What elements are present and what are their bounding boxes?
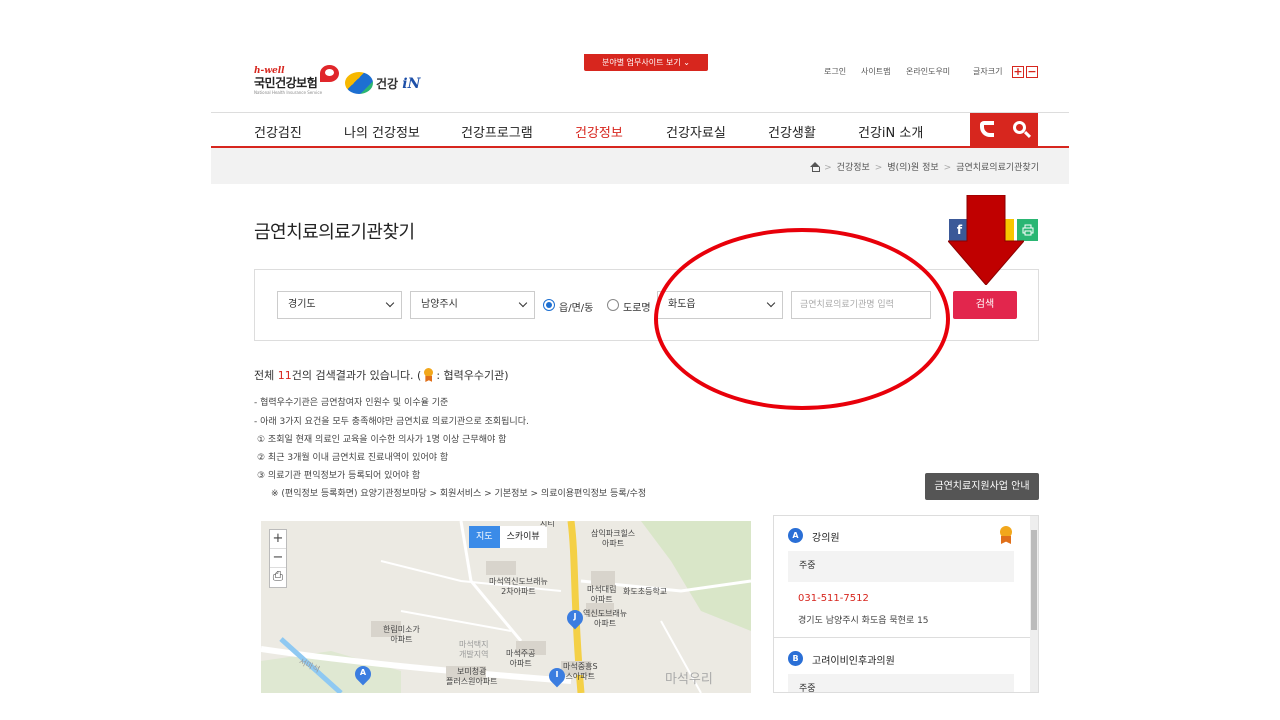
hospital-name[interactable]: 강의원: [812, 529, 840, 544]
map-type-toggle: 지도 스카이뷰: [469, 526, 547, 548]
map-pin-j[interactable]: J: [563, 606, 587, 632]
zoom-in-button[interactable]: +: [270, 530, 286, 549]
fontsize-plus-button[interactable]: +: [1012, 66, 1024, 78]
result-count: 11: [277, 369, 292, 382]
heart-icon: [320, 65, 339, 82]
search-button[interactable]: [1004, 113, 1038, 147]
logo-in-text: 건강 iN: [376, 76, 421, 92]
note-line: - 협력우수기관은 금연참여자 인원수 및 이수율 기준: [254, 398, 449, 408]
main-nav: 건강검진 나의 건강정보 건강프로그램 건강정보 건강자료실 건강생활 건강iN…: [211, 112, 1069, 148]
city-value: 남양주시: [421, 299, 458, 310]
chevron-down-icon: [518, 298, 528, 308]
site-header: h-well 국민건강보험 National Health Insurance …: [211, 50, 1069, 112]
map-label: 마석주공 아파트: [506, 649, 536, 668]
medal-icon: [999, 526, 1013, 544]
result-summary: 전체 11건의 검색결과가 있습니다. (: 협력우수기관): [254, 368, 509, 382]
phone-icon: [980, 121, 994, 137]
breadcrumb: > 건강정보 > 병(의)원 정보 > 금연치료의료기관찾기: [810, 160, 1039, 173]
home-icon[interactable]: [810, 162, 821, 172]
breadcrumb-item[interactable]: 건강정보: [837, 163, 870, 173]
map-label: 삼익파크힐스 아파트: [591, 529, 636, 548]
nav-health-life[interactable]: 건강생활: [768, 122, 816, 141]
province-select[interactable]: 경기도: [277, 291, 402, 319]
map-type-skyview[interactable]: 스카이뷰: [499, 526, 547, 548]
map-pin-a[interactable]: A: [351, 662, 375, 688]
map-label: 마석택지 개발지역: [459, 640, 489, 659]
fontsize-minus-button[interactable]: −: [1026, 66, 1038, 78]
radio-road[interactable]: [607, 299, 619, 311]
search-icon: [1013, 121, 1026, 134]
nav-health-info[interactable]: 건강정보: [575, 122, 623, 141]
map-label: 화도초등학교: [623, 587, 668, 596]
hospital-hours: 주중: [788, 674, 1014, 692]
breadcrumb-bar: > 건강정보 > 병(의)원 정보 > 금연치료의료기관찾기: [211, 148, 1069, 184]
hospital-address: 경기도 남양주시 화도읍 묵현로 15: [798, 616, 929, 626]
breadcrumb-item[interactable]: 금연치료의료기관찾기: [956, 163, 1039, 173]
site-dropdown-button[interactable]: 분야별 업무사이트 보기 ⌄: [584, 54, 708, 71]
phone-button[interactable]: [970, 113, 1004, 147]
website: h-well 국민건강보험 National Health Insurance …: [211, 50, 1069, 693]
zoom-out-button[interactable]: −: [270, 549, 286, 568]
map-pin-i[interactable]: I: [545, 664, 569, 690]
result-list: A 강의원 주중 031-511-7512 경기도 남양주시 화도읍 묵현로 1…: [773, 515, 1039, 693]
nav-my-health[interactable]: 나의 건강정보: [344, 122, 420, 141]
map-label: 한림미소가 아파트: [383, 625, 420, 644]
note-line: ② 최근 3개월 이내 금연치료 진료내역이 있어야 함: [257, 453, 449, 463]
submit-search-button[interactable]: 검색: [953, 291, 1017, 319]
logo-org-sub: National Health Insurance Service: [254, 90, 323, 95]
guide-button[interactable]: 금연치료지원사업 안내: [925, 473, 1039, 500]
map-label: 마석역신도브래뉴 2차아파트: [489, 577, 548, 596]
nav-health-program[interactable]: 건강프로그램: [461, 122, 533, 141]
nav-health-checkup[interactable]: 건강검진: [254, 122, 302, 141]
map-label: 보미청광 플러스원아파트: [446, 667, 498, 686]
page-title: 금연치료의료기관찾기: [254, 222, 415, 243]
online-help-link[interactable]: 온라인도우미: [906, 66, 950, 77]
chevron-down-icon: [385, 298, 395, 308]
hospital-name[interactable]: 고려이비인후과의원: [812, 652, 895, 667]
note-line: ③ 의료기관 편익정보가 등록되어 있어야 함: [257, 471, 421, 481]
list-scrollbar[interactable]: [1030, 516, 1038, 692]
hospital-hours: 주중: [788, 551, 1014, 582]
city-select[interactable]: 남양주시: [410, 291, 535, 319]
login-link[interactable]: 로그인: [824, 66, 846, 77]
map-label: 마석대림 아파트: [587, 585, 617, 604]
map-label: 시티: [540, 521, 555, 528]
map-print-icon[interactable]: ⎙: [270, 568, 286, 587]
swirl-icon: [345, 72, 373, 94]
map-type-map[interactable]: 지도: [469, 526, 500, 548]
divider: [774, 637, 1032, 638]
radio-dong-label[interactable]: 읍/면/동: [559, 299, 593, 314]
health-in-logo[interactable]: 건강 iN: [345, 70, 421, 96]
breadcrumb-item[interactable]: 병(의)원 정보: [887, 163, 938, 173]
annotation-arrow-icon: [948, 195, 1024, 285]
result-badge: B: [788, 651, 803, 666]
radio-road-label[interactable]: 도로명: [623, 299, 651, 314]
nav-health-library[interactable]: 건강자료실: [666, 122, 726, 141]
sitemap-link[interactable]: 사이트맵: [861, 66, 890, 77]
map-label: 마석우리: [665, 672, 713, 687]
fontsize-label: 글자크기: [973, 67, 1003, 76]
map-zoom-control: + − ⎙: [269, 529, 287, 588]
province-value: 경기도: [288, 299, 316, 310]
screenshot-page: h-well 국민건강보험 National Health Insurance …: [0, 0, 1280, 720]
note-line: - 아래 3가지 요건을 모두 충족해야만 금연치료 의료기관으로 조회됩니다.: [254, 417, 529, 427]
nav-about[interactable]: 건강iN 소개: [858, 122, 923, 141]
radio-dong[interactable]: [543, 299, 555, 311]
scrollbar-thumb[interactable]: [1031, 530, 1037, 630]
map-view[interactable]: + − ⎙ 지도 스카이뷰 삼익파크힐스 아파트 마석역신도브래뉴 2차아파트 마석…: [261, 521, 751, 693]
result-badge: A: [788, 528, 803, 543]
map-label: 역신도브래뉴 아파트: [583, 609, 628, 628]
note-line: ① 조회일 현재 의료인 교육을 이수한 의사가 1명 이상 근무해야 함: [257, 435, 507, 445]
annotation-ellipse: [654, 228, 950, 410]
medal-icon: [423, 368, 434, 382]
map-label: 마석중흥S 스아파트: [563, 662, 598, 681]
note-line: ※ (편익정보 등록화면) 요양기관정보마당 > 회원서비스 > 기본정보 > …: [271, 489, 647, 499]
hospital-phone[interactable]: 031-511-7512: [798, 593, 869, 604]
